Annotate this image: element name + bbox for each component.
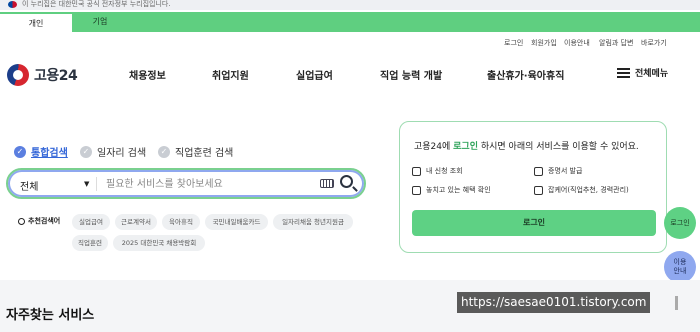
gov-banner: 이 누리집은 대한민국 공식 전자정부 누리집입니다. xyxy=(0,0,700,10)
guide-line2: 안내 xyxy=(673,267,687,275)
panel-title-login: 로그인 xyxy=(453,142,478,152)
scope-integrated[interactable]: ✓ 통합검색 xyxy=(14,144,68,159)
scope-training-search[interactable]: ✓ 직업훈련 검색 xyxy=(158,144,233,159)
floating-guide-button[interactable]: 이용 안내 xyxy=(664,251,696,283)
dropdown-arrow-icon[interactable]: ▼ xyxy=(84,180,89,188)
search-box: 전체 ▼ xyxy=(6,168,366,199)
service-label: 내 신청 조회 xyxy=(426,167,463,175)
util-qna-link[interactable]: 알림과 답변 xyxy=(599,38,633,48)
gnb-employment-support[interactable]: 취업지원 xyxy=(212,67,249,82)
watermark-text: https://saesae0101.tistory.com xyxy=(457,292,651,313)
taegeuk-logo-icon xyxy=(7,64,29,86)
panel-title: 고용24에 로그인 하시면 아래의 서비스를 이용할 수 있어요. xyxy=(414,139,639,152)
gnb-vocational-training[interactable]: 직업 능력 개발 xyxy=(380,67,442,82)
login-button[interactable]: 로그인 xyxy=(412,210,656,236)
divider xyxy=(96,177,97,191)
search-icon[interactable] xyxy=(340,175,353,188)
all-menu-button[interactable]: 전체메뉴 xyxy=(617,66,668,79)
floating-guide-label: 이용 안내 xyxy=(674,258,687,276)
util-shortcut-link[interactable]: 바로가기 xyxy=(641,38,667,48)
floating-login-label: 로그인 xyxy=(670,218,690,227)
tab-personal[interactable]: 개인 xyxy=(0,12,72,32)
doc-search-icon xyxy=(412,166,421,176)
keyword-chip[interactable]: 직업훈련 xyxy=(72,235,108,251)
service-jobcare[interactable]: 잡케어(직업추천, 경력관리) xyxy=(534,185,629,195)
jobcare-icon xyxy=(534,185,543,195)
keyword-chip[interactable]: 일자리채움 청년지원금 xyxy=(273,214,353,230)
gnb-unemployment-benefit[interactable]: 실업급여 xyxy=(296,67,333,82)
util-signup-link[interactable]: 회원가입 xyxy=(531,38,557,48)
util-login-link[interactable]: 로그인 xyxy=(504,38,523,48)
tab-business[interactable]: 기업 xyxy=(64,12,136,32)
user-type-tabbar: 개인 기업 xyxy=(0,12,700,32)
search-input[interactable] xyxy=(106,176,306,192)
logo-text: 고용24 xyxy=(34,68,78,84)
gov-banner-text: 이 누리집은 대한민국 공식 전자정부 누리집입니다. xyxy=(22,0,171,8)
certificate-icon xyxy=(534,166,543,176)
util-guide-link[interactable]: 이용안내 xyxy=(564,38,590,48)
hamburger-icon xyxy=(617,67,630,78)
service-label: 증명서 발급 xyxy=(548,167,583,175)
keyboard-icon[interactable] xyxy=(320,179,334,188)
service-my-applications[interactable]: 내 신청 조회 xyxy=(412,166,463,176)
guide-line1: 이용 xyxy=(673,258,687,266)
scope-job-search-label: 일자리 검색 xyxy=(97,148,147,159)
keyword-chip[interactable]: 2025 대한민국 채용박람회 xyxy=(113,235,205,251)
all-menu-label: 전체메뉴 xyxy=(635,69,669,79)
recommended-label-text: 추천검색어 xyxy=(28,217,61,225)
check-icon: ✓ xyxy=(158,145,170,158)
site-logo[interactable]: 고용24 xyxy=(7,64,78,86)
gnb-parental-leave[interactable]: 출산휴가·육아휴직 xyxy=(487,67,564,82)
keyword-chip[interactable]: 국민내일배움카드 xyxy=(205,214,268,230)
check-icon: ✓ xyxy=(14,145,26,158)
keyword-chip[interactable]: 실업급여 xyxy=(72,214,110,230)
scope-integrated-label: 통합검색 xyxy=(31,148,68,159)
search-category-select[interactable]: 전체 xyxy=(20,178,38,193)
service-benefits[interactable]: 놓치고 있는 혜택 확인 xyxy=(412,185,491,195)
service-certificate[interactable]: 증명서 발급 xyxy=(534,166,582,176)
keyword-chip[interactable]: 육아휴직 xyxy=(162,214,200,230)
panel-title-pre: 고용24에 xyxy=(414,142,454,152)
recommended-label: 추천검색어 xyxy=(18,216,60,226)
panel-title-post: 하시면 아래의 서비스를 이용할 수 있어요. xyxy=(478,142,639,152)
scrollbar[interactable] xyxy=(675,296,678,310)
service-label: 놓치고 있는 혜택 확인 xyxy=(426,186,491,194)
korea-flag-icon xyxy=(8,1,17,8)
benefit-icon xyxy=(412,185,421,195)
check-icon: ✓ xyxy=(80,145,92,158)
floating-login-button[interactable]: 로그인 xyxy=(664,207,696,239)
scope-training-search-label: 직업훈련 검색 xyxy=(175,148,234,159)
gnb-job-info[interactable]: 채용정보 xyxy=(129,67,166,82)
scope-job-search[interactable]: ✓ 일자리 검색 xyxy=(80,144,146,159)
search-icon xyxy=(18,217,25,225)
keyword-chip[interactable]: 근로계약서 xyxy=(115,214,157,230)
section-title: 자주찾는 서비스 xyxy=(6,308,95,323)
service-label: 잡케어(직업추천, 경력관리) xyxy=(548,186,629,194)
login-benefits-panel: 고용24에 로그인 하시면 아래의 서비스를 이용할 수 있어요. 내 신청 조… xyxy=(399,121,667,253)
